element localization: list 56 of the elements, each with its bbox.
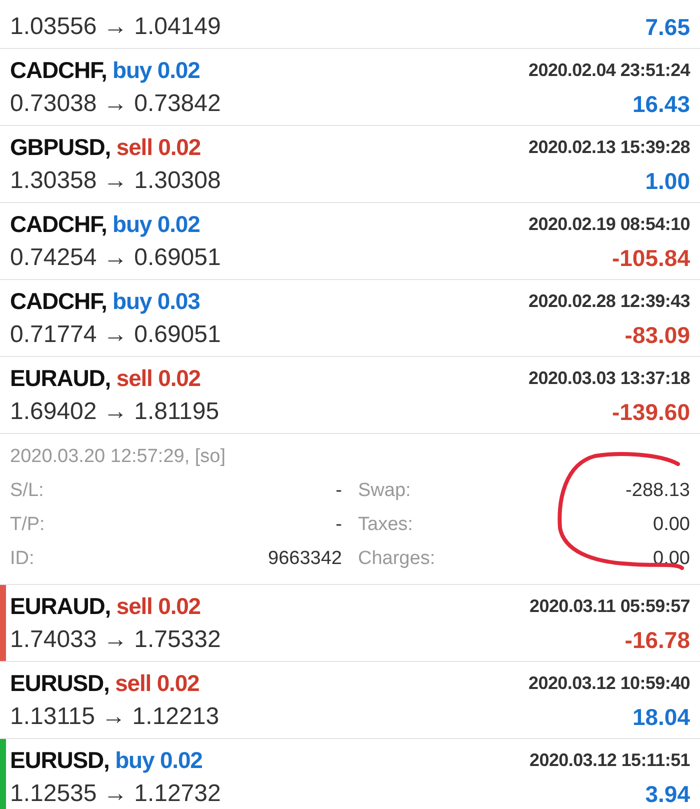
price-range: 1.30358 → 1.30308 — [10, 166, 221, 196]
trade-time: 2020.03.11 05:59:57 — [530, 594, 690, 618]
trade-title: CADCHF, buy 0.02 — [10, 56, 200, 85]
price-range: 1.69402 → 1.81195 — [10, 397, 220, 427]
trade-row[interactable]: CADCHF, buy 0.02 2020.02.04 23:51:24 0.73038 → 0.73842 16.43 — [0, 49, 700, 126]
trade-title: GBPUSD, sell 0.02 — [10, 132, 201, 162]
trade-row[interactable]: EURUSD, sell 0.02 2020.03.12 10:59:40 1.13115 → 1.12213 18.04 — [0, 662, 700, 739]
trade-time: 2020.02.04 23:51:24 — [528, 58, 690, 82]
detail-label: Taxes: — [358, 512, 413, 537]
trade-time: 2020.03.12 15:11:51 — [530, 748, 690, 772]
price-range: 1.12535 → 1.12732 — [10, 779, 221, 809]
profit-value: -16.78 — [624, 626, 690, 655]
price-range: 0.73038 → 0.73842 — [10, 89, 221, 119]
detail-value: - — [336, 478, 342, 503]
trade-title: EURUSD, buy 0.02 — [10, 746, 202, 775]
trade-row[interactable]: CADCHF, buy 0.03 2020.02.28 12:39:43 0.71774 → 0.69051 -83.09 — [0, 280, 700, 357]
profit-value: 16.43 — [632, 90, 690, 119]
profit-value: -139.60 — [612, 398, 690, 427]
price-range: 1.03556 → 1.04149 — [10, 12, 221, 42]
trade-row[interactable]: CADCHF, buy 0.02 2020.02.19 08:54:10 0.74254 → 0.69051 -105.84 — [0, 203, 700, 280]
detail-value: 0.00 — [653, 512, 690, 537]
trade-row[interactable]: EURAUD, sell 0.02 2020.03.11 05:59:57 1.74033 → 1.75332 -16.78 — [0, 585, 700, 662]
trade-time: 2020.03.03 13:37:18 — [528, 366, 690, 390]
trade-title: EURAUD, sell 0.02 — [10, 364, 200, 393]
price-range: 0.74254 → 0.69051 — [10, 243, 221, 273]
price-range: 1.13115 → 1.12213 — [10, 702, 220, 732]
detail-value: 0.00 — [653, 546, 690, 571]
detail-label: Swap: — [358, 478, 411, 503]
price-range: 0.71774 → 0.69051 — [10, 320, 221, 350]
profit-value: 1.00 — [645, 166, 690, 196]
price-range: 1.74033 → 1.75332 — [10, 625, 221, 655]
trade-row[interactable]: 1.03556 → 1.04149 7.65 — [0, 0, 700, 49]
trade-row[interactable]: EURAUD, sell 0.02 2020.03.03 13:37:18 1.69402 → 1.81195 -139.60 — [0, 357, 700, 434]
profit-value: 18.04 — [632, 702, 690, 732]
detail-label: Charges: — [358, 546, 436, 571]
detail-label: S/L: — [10, 478, 44, 503]
profit-value: -105.84 — [612, 244, 690, 273]
detail-label: T/P: — [10, 512, 45, 537]
trade-time: 2020.02.13 15:39:28 — [528, 136, 690, 158]
profit-value: -83.09 — [624, 320, 690, 350]
trade-time: 2020.03.12 10:59:40 — [528, 672, 690, 694]
detail-label: ID: — [10, 546, 34, 571]
trade-time: 2020.02.19 08:54:10 — [528, 212, 690, 236]
detail-value: - — [336, 512, 342, 537]
profit-value: 3.94 — [645, 780, 690, 809]
close-time: 2020.03.20 12:57:29, [so] — [10, 444, 226, 469]
trade-title: EURUSD, sell 0.02 — [10, 668, 200, 698]
detail-value: 9663342 — [268, 546, 342, 571]
trade-title: CADCHF, buy 0.02 — [10, 210, 200, 239]
trade-time: 2020.02.28 12:39:43 — [528, 290, 690, 312]
trade-row[interactable]: GBPUSD, sell 0.02 2020.02.13 15:39:28 1.30358 → 1.30308 1.00 — [0, 126, 700, 203]
trade-title: EURAUD, sell 0.02 — [10, 592, 200, 621]
trade-row[interactable]: EURUSD, buy 0.02 2020.03.12 15:11:51 1.12535 → 1.12732 3.94 — [0, 739, 700, 809]
detail-value: -288.13 — [626, 478, 690, 503]
trade-title: CADCHF, buy 0.03 — [10, 286, 200, 316]
profit-value: 7.65 — [645, 12, 690, 42]
